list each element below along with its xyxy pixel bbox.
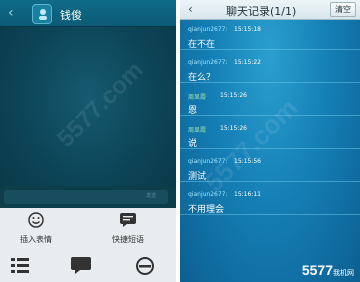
message-time: 15:15:26 xyxy=(220,92,247,99)
list-button[interactable] xyxy=(8,256,32,282)
message-text: 在不在 xyxy=(188,40,216,50)
message-time: 15:16:11 xyxy=(234,191,261,198)
message-sender: qianjun2677: xyxy=(188,26,228,33)
brand-number: 5577 xyxy=(301,262,333,278)
chat-header: ‹ 钱俊 xyxy=(0,0,176,27)
left-screen: ‹ 钱俊 5577.com 发送 插入表情 快捷短语 xyxy=(0,0,176,282)
chat-button[interactable] xyxy=(68,256,94,282)
block-icon xyxy=(136,257,154,275)
message-text: 在么？ xyxy=(188,73,216,83)
message-text: 恩 xyxy=(188,106,198,116)
back-button[interactable]: ‹ xyxy=(8,6,22,20)
insert-emoji-button[interactable]: 插入表情 xyxy=(8,212,64,246)
contact-name: 钱俊 xyxy=(60,9,82,22)
brand-sub: 我机网 xyxy=(333,270,354,277)
chat-area[interactable]: 5577.com xyxy=(0,27,176,205)
speech-bubble-icon xyxy=(120,213,136,227)
back-button[interactable]: ‹ xyxy=(188,2,193,16)
chat-bubble-icon xyxy=(71,257,91,274)
message-sender: 周显霞 xyxy=(188,94,207,101)
input-row: 发送 xyxy=(0,186,176,208)
page-title: 聊天记录(1/1) xyxy=(226,5,297,18)
list-item[interactable]: qianjun2677: 15:15:18 在不在 xyxy=(180,22,360,50)
history-header: ‹ 聊天记录(1/1) 清空 xyxy=(180,0,360,20)
block-button[interactable] xyxy=(132,256,158,282)
app-avatar-icon xyxy=(39,9,47,20)
input-hint: 发送 xyxy=(145,193,156,199)
message-time: 15:15:18 xyxy=(234,26,261,33)
message-sender: qianjun2677: xyxy=(188,59,228,66)
clear-button[interactable]: 清空 xyxy=(330,2,356,17)
message-text: 不用理会 xyxy=(188,205,225,215)
list-item[interactable]: qianjun2677: 15:15:22 在么？ xyxy=(180,55,360,83)
smiley-icon xyxy=(28,212,44,228)
quick-phrase-button[interactable]: 快捷短语 xyxy=(92,212,164,246)
brand-logo: 5577我机网 xyxy=(302,262,354,278)
insert-emoji-label: 插入表情 xyxy=(20,235,52,244)
watermark: 5577.com xyxy=(52,56,149,153)
message-time: 15:15:22 xyxy=(234,59,261,66)
tool-tray: 插入表情 快捷短语 xyxy=(0,208,176,282)
quick-phrase-label: 快捷短语 xyxy=(112,235,144,244)
message-input[interactable]: 发送 xyxy=(4,190,168,204)
avatar[interactable] xyxy=(32,4,52,24)
message-text: 说 xyxy=(188,139,198,149)
list-item[interactable]: qianjun2677: 15:16:11 不用理会 xyxy=(180,187,360,215)
list-icon xyxy=(11,258,29,273)
message-sender: 周显霞 xyxy=(188,127,207,134)
right-screen: ‹ 聊天记录(1/1) 清空 qianjun2677: 15:15:18 在不在… xyxy=(180,0,360,282)
